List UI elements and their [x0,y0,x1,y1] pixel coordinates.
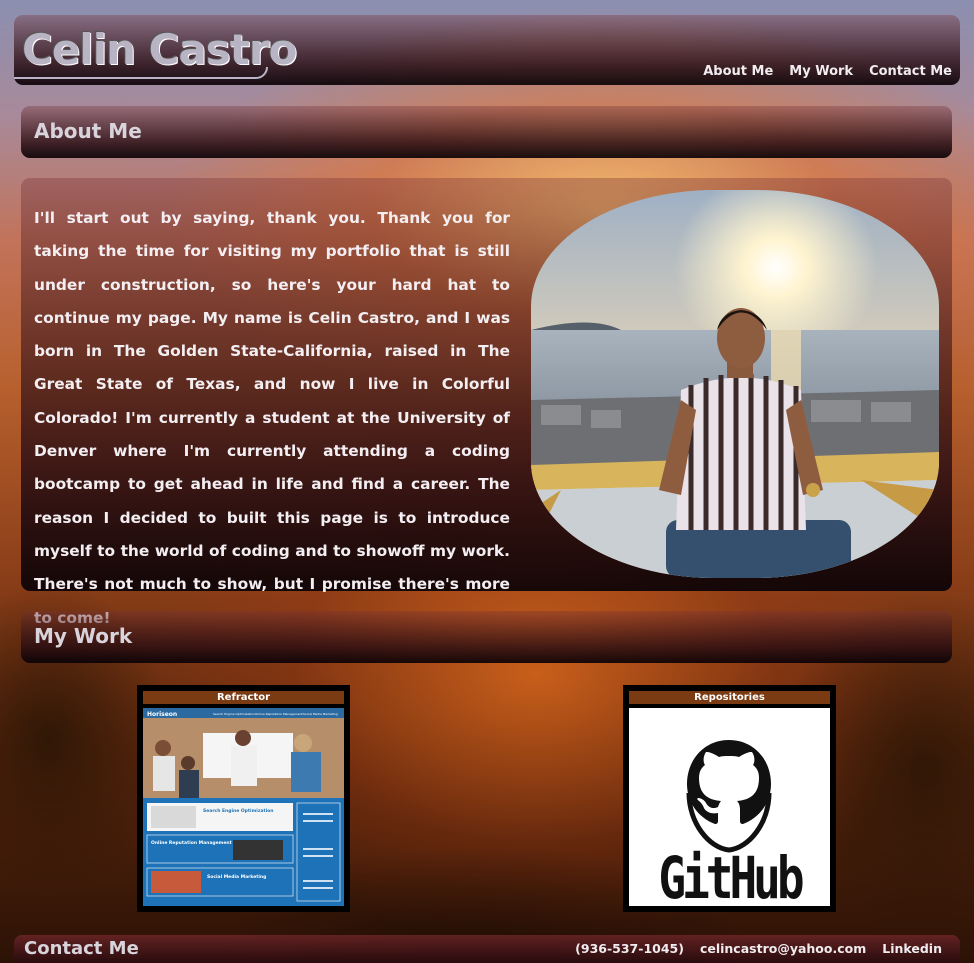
project-card-refactor[interactable]: Refractor Horiseon Search Engine Optimiz… [137,685,350,912]
bio-text: I'll start out by saying, thank you. Tha… [34,209,510,627]
work-heading: My Work [34,624,133,648]
contact-linkedin[interactable]: Linkedin [882,941,942,956]
preview-nav-3: Social Media Marketing [303,712,338,716]
project-label-refactor: Refractor [143,691,344,704]
profile-photo-illustration [531,190,939,578]
github-wordmark: GitHub [658,844,804,912]
profile-photo [531,190,939,578]
title-underline [14,67,268,79]
project-card-repositories[interactable]: Repositories GitHub [623,685,836,912]
contact-email[interactable]: celincastro@yahoo.com [700,941,866,956]
refactor-preview-thumbnail: Horiseon Search Engine Optimization Onli… [143,708,344,906]
main-nav: About Me My Work Contact Me [703,64,952,79]
about-content: I'll start out by saying, thank you. Tha… [21,178,952,627]
preview-nav-1: Search Engine Optimization [213,712,255,716]
site-header: Celin Castro About Me My Work Contact Me [14,15,960,85]
about-section-header: About Me [21,106,952,158]
nav-my-work[interactable]: My Work [789,64,853,79]
nav-contact-me[interactable]: Contact Me [869,64,952,79]
preview-section-2: Online Reputation Management [151,840,233,846]
contact-heading: Contact Me [24,938,139,959]
github-logo-tile: GitHub [629,708,830,912]
preview-brand: Horiseon [147,711,177,718]
work-gallery: Refractor Horiseon Search Engine Optimiz… [0,685,974,915]
nav-about-me[interactable]: About Me [703,64,773,79]
project-label-repositories: Repositories [629,691,830,704]
contact-phone[interactable]: (936-537-1045) [575,941,684,956]
preview-nav-2: Online Reputation Management [255,712,304,716]
work-section-header: My Work [21,611,952,663]
contact-links: (936-537-1045) celincastro@yahoo.com Lin… [575,941,942,956]
site-footer: Contact Me (936-537-1045) celincastro@ya… [14,935,960,963]
preview-section-3: Social Media Marketing [207,874,266,880]
preview-section-1: Search Engine Optimization [203,808,273,814]
about-heading: About Me [34,119,142,143]
